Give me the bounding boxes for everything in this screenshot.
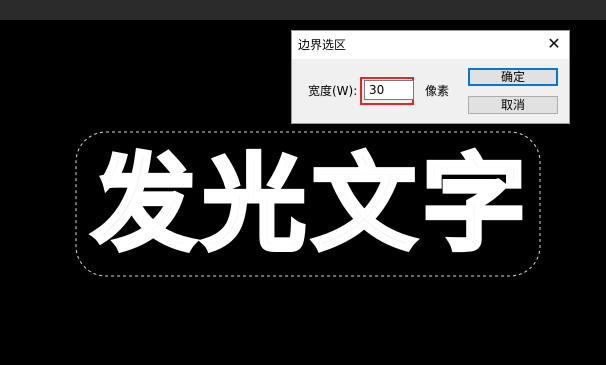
pixel-unit-label: 像素 xyxy=(425,84,450,98)
width-label: 宽度(W): xyxy=(308,84,358,98)
glow-text-layer: 发光文字 xyxy=(90,141,533,267)
top-bar xyxy=(0,0,606,20)
ok-button[interactable]: 确定 xyxy=(468,68,558,86)
border-selection-dialog: 边界选区 ✕ 宽度(W): 30 像素 确定 取消 xyxy=(291,30,570,124)
width-input[interactable]: 30 xyxy=(364,80,414,100)
cancel-button[interactable]: 取消 xyxy=(468,96,558,114)
close-icon[interactable]: ✕ xyxy=(545,35,563,53)
dialog-title: 边界选区 xyxy=(298,38,347,52)
